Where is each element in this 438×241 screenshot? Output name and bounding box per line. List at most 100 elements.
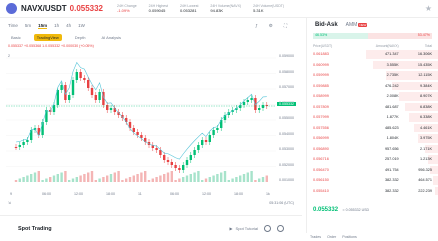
y-tick: 0.001000 [279, 178, 294, 182]
ask-row[interactable]: 0.058999 2.008K 8.907K [307, 91, 438, 102]
ask-total: 4.461K [419, 125, 432, 130]
ask-price: 0.056890 [313, 146, 329, 151]
ask-row[interactable]: 0.061883 471.347 16.306K [307, 49, 438, 60]
ask-row[interactable]: 0.057556 485.623 4.461K [307, 123, 438, 134]
tab-amm[interactable]: AMM [346, 22, 358, 28]
ask-row[interactable]: 0.057809 481.687 6.838K [307, 102, 438, 113]
tab-trades[interactable]: Trades [310, 235, 321, 239]
ask-row[interactable]: 0.059999 2.735K 12.115K [307, 70, 438, 81]
ask-row[interactable]: 0.056999 1.804K 3.975K [307, 133, 438, 144]
indicator-icon[interactable]: ƒ [255, 23, 258, 29]
stat-change: 24H Change -1.09% [117, 4, 137, 13]
volume-bar [151, 178, 154, 182]
tab-ai-analysis[interactable]: AI Analysis [98, 34, 124, 41]
volume-bar [75, 177, 78, 182]
volume-bar [201, 180, 204, 182]
volume-bar [33, 172, 37, 182]
x-tick: 11 [138, 192, 142, 196]
candle-body [208, 135, 211, 142]
x-tick: 18:00 [234, 192, 243, 196]
buy-ratio: 46.53% [313, 33, 368, 39]
spot-tutorial-link[interactable]: ▶ Spot Tutorial [229, 226, 258, 231]
y-tick: 0.054000 [279, 131, 294, 136]
ask-total: 464.571 [418, 178, 432, 183]
tab-order[interactable]: Order [327, 235, 336, 239]
ask-amount: 491.754 [384, 167, 399, 172]
volume-bar [204, 178, 208, 182]
volume-bar [242, 174, 246, 182]
tf-1h[interactable]: 1h [54, 23, 59, 28]
stat-high: 24H Highest 0.059045 [149, 4, 168, 13]
volume-bar [182, 177, 185, 182]
ask-price: 0.055410 [313, 188, 329, 193]
volume-bar [178, 178, 181, 182]
tab-depth[interactable]: Depth [72, 34, 89, 41]
ask-row[interactable]: 0.056150 382.332 464.571 [307, 175, 438, 186]
tab-bid-ask[interactable]: Bid-Ask [315, 22, 338, 28]
ask-row[interactable]: 0.056716 257.019 1.213K [307, 154, 438, 165]
ask-total: 222.239 [418, 188, 432, 193]
stat-value: 5.31K [253, 8, 264, 13]
buy-sell-ratio: 46.53% 53.47% [313, 33, 432, 39]
ask-row[interactable]: 0.057999 1.877K 6.338K [307, 112, 438, 123]
volume-bar [235, 177, 238, 182]
price-chart[interactable] [6, 50, 276, 190]
ask-row[interactable]: 0.056890 957.656 2.171K [307, 144, 438, 155]
calculator-icon[interactable] [264, 225, 271, 232]
settings-icon[interactable]: ⚙ [269, 23, 273, 29]
volume-bar [185, 175, 189, 182]
volume-bar [26, 175, 29, 182]
candle-body [140, 135, 143, 138]
tab-basic[interactable]: Basic [8, 34, 24, 41]
candle-body [136, 132, 139, 135]
tf-time[interactable]: Time [8, 23, 18, 28]
tf-1w[interactable]: 1W [78, 23, 85, 28]
utc-clock: 05:31:06 (UTC) [269, 201, 294, 205]
mid-price-usd: = 0.055332 USD [342, 208, 370, 212]
tab-positions[interactable]: Positions [342, 235, 357, 239]
ask-row[interactable]: 0.055410 382.332 222.239 [307, 186, 438, 197]
y-tick: 0.053000 [279, 147, 294, 151]
section-title: Spot Trading [18, 225, 52, 232]
ask-row[interactable]: 0.060999 3.555K 15.435K [307, 60, 438, 71]
ask-total: 6.838K [419, 104, 432, 109]
candle-body [197, 145, 200, 150]
settings-circle-icon[interactable] [277, 225, 284, 232]
volume-bar [163, 174, 166, 182]
y-tick: 0.052000 [279, 162, 294, 167]
ask-total: 956.325 [418, 167, 432, 172]
navx-coin-icon [6, 3, 17, 14]
ask-amount: 382.332 [384, 188, 399, 193]
candle-body [174, 165, 177, 168]
tf-4h[interactable]: 4h [66, 23, 71, 28]
volume-bar [68, 180, 71, 182]
tf-5m[interactable]: 5m [25, 23, 31, 28]
volume-bar [246, 172, 249, 182]
range-icon[interactable]: ⇲ [8, 201, 11, 205]
volume-bar [109, 174, 113, 182]
ask-total: 12.115K [418, 73, 432, 78]
ask-total: 1.213K [419, 157, 432, 162]
tab-tradingview[interactable]: TradingView [33, 34, 62, 41]
stat-volume-navx: 24H Volume(NAVX) 94.83K [210, 4, 241, 13]
ohlc-readout: 0.055337 +0.055368 1.0.055332 +0.000030 … [8, 44, 94, 48]
spot-trading-section: Spot Trading ▶ Spot Tutorial [0, 215, 302, 241]
volume-bar [71, 178, 75, 182]
candle-body [185, 160, 189, 165]
tf-15m[interactable]: 15m [38, 23, 48, 29]
candle-body [26, 140, 29, 142]
candle-body [258, 108, 261, 110]
fullscreen-icon[interactable]: ⛶ [284, 23, 287, 29]
ask-row[interactable]: 0.059885 476.242 9.384K [307, 81, 438, 92]
volume-bar [64, 171, 67, 182]
ask-price: 0.056999 [313, 136, 329, 141]
favorite-star-icon[interactable]: ★ [425, 4, 432, 13]
candle-body [189, 155, 192, 160]
volume-bar [136, 174, 139, 182]
ask-price: 0.056150 [313, 178, 329, 183]
stat-value: -1.09% [117, 8, 130, 13]
pair-name[interactable]: NAVX/USDT [21, 4, 67, 13]
volume-bar [102, 177, 105, 182]
ask-row[interactable]: 0.056470 491.754 956.325 [307, 165, 438, 176]
volume-bar [83, 174, 86, 182]
